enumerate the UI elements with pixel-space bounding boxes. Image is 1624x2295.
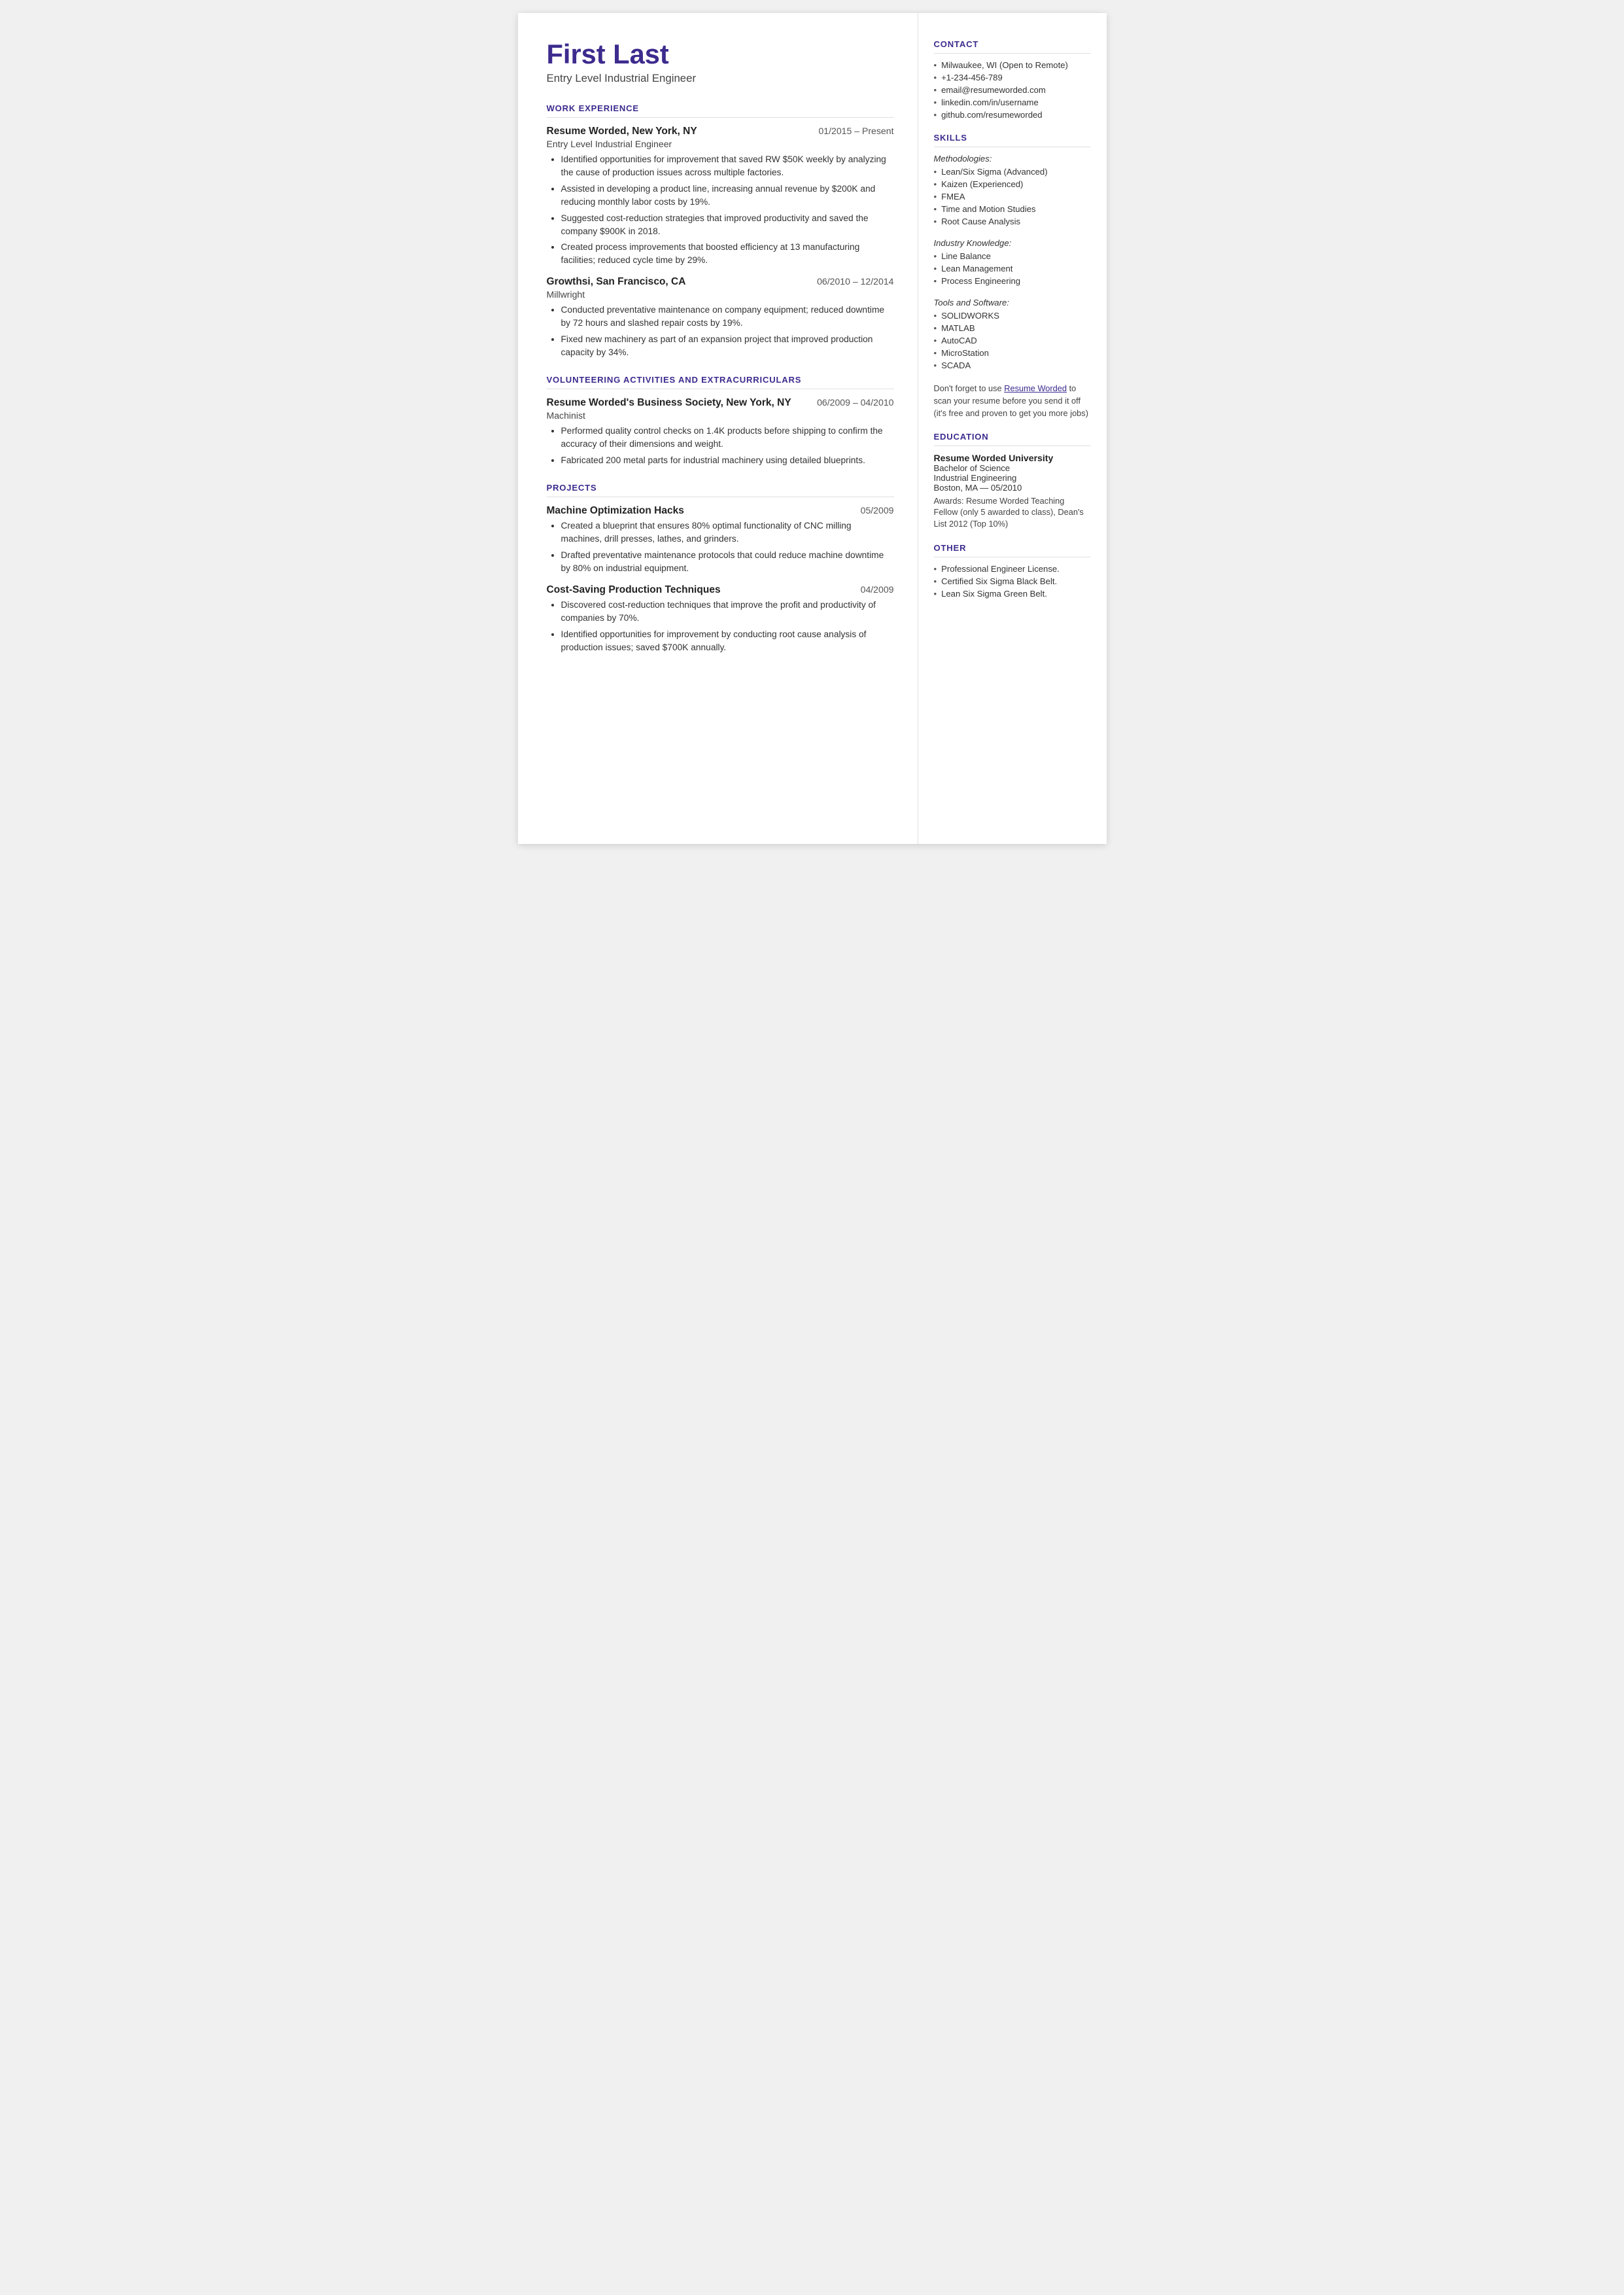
project-date-0: 05/2009	[861, 505, 894, 516]
job-entry-1: Growthsi, San Francisco, CA 06/2010 – 12…	[547, 276, 894, 359]
contact-item-1: +1-234-456-789	[934, 73, 1091, 82]
job-header-1: Growthsi, San Francisco, CA 06/2010 – 12…	[547, 276, 894, 288]
job-date-0: 01/2015 – Present	[818, 126, 893, 136]
skills-list-2: SOLIDWORKS MATLAB AutoCAD MicroStation S…	[934, 311, 1091, 370]
job-role-1: Millwright	[547, 289, 894, 300]
volunteer-bullets-0: Performed quality control checks on 1.4K…	[547, 425, 894, 467]
skill-0-3: Time and Motion Studies	[934, 204, 1091, 214]
promo-box: Don't forget to use Resume Worded to sca…	[934, 382, 1091, 420]
name-section: First Last Entry Level Industrial Engine…	[547, 39, 894, 85]
skills-cat-2: Tools and Software:	[934, 298, 1091, 307]
job-bullets-1: Conducted preventative maintenance on co…	[547, 304, 894, 359]
skills-cat-1: Industry Knowledge:	[934, 238, 1091, 248]
other-list: Professional Engineer License. Certified…	[934, 564, 1091, 599]
bullet-0-0: Identified opportunities for improvement…	[561, 153, 894, 179]
right-column: CONTACT Milwaukee, WI (Open to Remote) +…	[918, 13, 1107, 844]
contact-divider	[934, 53, 1091, 54]
other-item-2: Lean Six Sigma Green Belt.	[934, 589, 1091, 599]
skill-0-1: Kaizen (Experienced)	[934, 179, 1091, 189]
skills-heading: SKILLS	[934, 133, 1091, 143]
volunteer-header-0: Resume Worded's Business Society, New Yo…	[547, 397, 894, 409]
skill-1-1: Lean Management	[934, 264, 1091, 273]
contact-item-2: email@resumeworded.com	[934, 85, 1091, 95]
contact-item-4: github.com/resumeworded	[934, 110, 1091, 120]
vbullet-0-0: Performed quality control checks on 1.4K…	[561, 425, 894, 451]
edu-location-0: Boston, MA — 05/2010	[934, 483, 1091, 493]
volunteer-date-0: 06/2009 – 04/2010	[817, 397, 893, 408]
project-name-1: Cost-Saving Production Techniques	[547, 584, 721, 596]
project-bullets-1: Discovered cost-reduction techniques tha…	[547, 599, 894, 654]
promo-text-before: Don't forget to use	[934, 383, 1005, 393]
skill-2-1: MATLAB	[934, 323, 1091, 333]
job-date-1: 06/2010 – 12/2014	[817, 276, 893, 287]
left-column: First Last Entry Level Industrial Engine…	[518, 13, 918, 844]
pbullet-0-1: Drafted preventative maintenance protoco…	[561, 549, 894, 575]
skills-list-1: Line Balance Lean Management Process Eng…	[934, 251, 1091, 286]
contact-item-3: linkedin.com/in/username	[934, 97, 1091, 107]
work-experience-divider	[547, 117, 894, 118]
edu-degree-0: Bachelor of Science	[934, 463, 1091, 473]
skill-2-3: MicroStation	[934, 348, 1091, 358]
project-name-0: Machine Optimization Hacks	[547, 505, 684, 517]
project-header-1: Cost-Saving Production Techniques 04/200…	[547, 584, 894, 596]
job-title-header: Entry Level Industrial Engineer	[547, 72, 894, 85]
skill-0-4: Root Cause Analysis	[934, 217, 1091, 226]
work-experience-heading: WORK EXPERIENCE	[547, 103, 894, 113]
other-heading: OTHER	[934, 543, 1091, 553]
contact-item-0: Milwaukee, WI (Open to Remote)	[934, 60, 1091, 70]
project-date-1: 04/2009	[861, 584, 894, 595]
pbullet-1-0: Discovered cost-reduction techniques tha…	[561, 599, 894, 625]
edu-school-0: Resume Worded University	[934, 453, 1091, 463]
bullet-1-1: Fixed new machinery as part of an expans…	[561, 333, 894, 359]
skills-list-0: Lean/Six Sigma (Advanced) Kaizen (Experi…	[934, 167, 1091, 226]
job-company-0: Resume Worded, New York, NY	[547, 126, 697, 137]
bullet-0-1: Assisted in developing a product line, i…	[561, 183, 894, 209]
skill-0-0: Lean/Six Sigma (Advanced)	[934, 167, 1091, 177]
edu-entry-0: Resume Worded University Bachelor of Sci…	[934, 453, 1091, 531]
contact-list: Milwaukee, WI (Open to Remote) +1-234-45…	[934, 60, 1091, 120]
volunteering-heading: VOLUNTEERING ACTIVITIES AND EXTRACURRICU…	[547, 375, 894, 385]
education-heading: EDUCATION	[934, 432, 1091, 442]
bullet-0-3: Created process improvements that booste…	[561, 241, 894, 267]
project-entry-0: Machine Optimization Hacks 05/2009 Creat…	[547, 505, 894, 575]
job-role-0: Entry Level Industrial Engineer	[547, 139, 894, 149]
skills-cat-0: Methodologies:	[934, 154, 1091, 164]
pbullet-1-1: Identified opportunities for improvement…	[561, 628, 894, 654]
skill-2-0: SOLIDWORKS	[934, 311, 1091, 321]
resume-page: First Last Entry Level Industrial Engine…	[518, 13, 1107, 844]
contact-heading: CONTACT	[934, 39, 1091, 49]
job-entry-0: Resume Worded, New York, NY 01/2015 – Pr…	[547, 126, 894, 268]
volunteer-entry-0: Resume Worded's Business Society, New Yo…	[547, 397, 894, 467]
skill-1-2: Process Engineering	[934, 276, 1091, 286]
edu-field-0: Industrial Engineering	[934, 473, 1091, 483]
edu-awards-0: Awards: Resume Worded Teaching Fellow (o…	[934, 495, 1091, 531]
full-name: First Last	[547, 39, 894, 69]
skill-2-4: SCADA	[934, 360, 1091, 370]
volunteer-company-0: Resume Worded's Business Society, New Yo…	[547, 397, 791, 409]
job-company-1: Growthsi, San Francisco, CA	[547, 276, 686, 288]
other-item-0: Professional Engineer License.	[934, 564, 1091, 574]
skill-0-2: FMEA	[934, 192, 1091, 201]
job-header-0: Resume Worded, New York, NY 01/2015 – Pr…	[547, 126, 894, 137]
skill-2-2: AutoCAD	[934, 336, 1091, 345]
skill-1-0: Line Balance	[934, 251, 1091, 261]
volunteer-role-0: Machinist	[547, 410, 894, 421]
bullet-0-2: Suggested cost-reduction strategies that…	[561, 212, 894, 238]
projects-heading: PROJECTS	[547, 483, 894, 493]
pbullet-0-0: Created a blueprint that ensures 80% opt…	[561, 519, 894, 546]
job-bullets-0: Identified opportunities for improvement…	[547, 153, 894, 268]
project-bullets-0: Created a blueprint that ensures 80% opt…	[547, 519, 894, 575]
other-item-1: Certified Six Sigma Black Belt.	[934, 576, 1091, 586]
vbullet-0-1: Fabricated 200 metal parts for industria…	[561, 454, 894, 467]
bullet-1-0: Conducted preventative maintenance on co…	[561, 304, 894, 330]
project-header-0: Machine Optimization Hacks 05/2009	[547, 505, 894, 517]
promo-link[interactable]: Resume Worded	[1004, 383, 1067, 393]
project-entry-1: Cost-Saving Production Techniques 04/200…	[547, 584, 894, 654]
